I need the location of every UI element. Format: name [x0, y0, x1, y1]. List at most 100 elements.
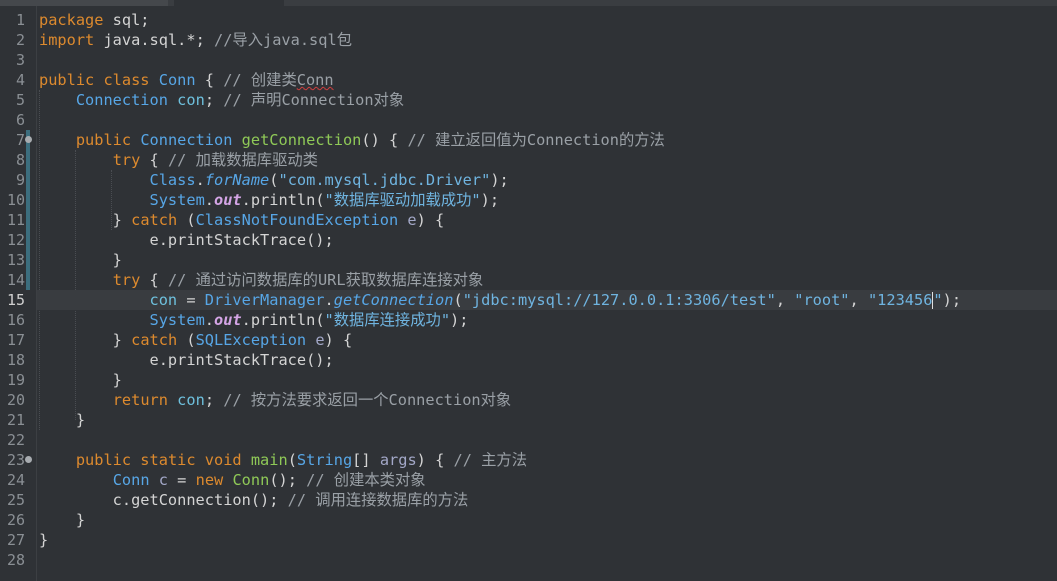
- code-line[interactable]: 3: [16, 50, 1057, 70]
- code-line[interactable]: 18 e.printStackTrace();: [7, 350, 1057, 370]
- code-text: } catch (ClassNotFoundException e) {: [37, 211, 445, 229]
- code-text: c.getConnection(); // 调用连接数据库的方法: [37, 491, 469, 509]
- code-text: }: [37, 511, 85, 529]
- code-token: SQLException: [195, 331, 307, 349]
- code-token: "com.mysql.jdbc.Driver": [278, 171, 491, 189]
- code-token: "jdbc:mysql://127.0.0.1:3306/test": [462, 291, 776, 309]
- line-number: 25: [6, 491, 25, 509]
- code-token: .: [204, 191, 214, 209]
- code-token: );: [942, 291, 962, 309]
- change-marker: [26, 130, 30, 290]
- code-token: public: [75, 131, 132, 149]
- code-token: =: [177, 291, 205, 309]
- code-token: ClassNotFoundException: [195, 211, 399, 229]
- code-line[interactable]: 12 e.printStackTrace();: [7, 230, 1057, 250]
- code-line[interactable]: 21 }: [7, 410, 1057, 430]
- code-line[interactable]: 17 } catch (SQLException e) {: [7, 330, 1057, 350]
- code-token: e: [407, 211, 417, 229]
- code-token: out: [214, 191, 242, 209]
- code-line[interactable]: 28: [7, 550, 1057, 570]
- code-line[interactable]: 16 System.out.println("数据库连接成功");: [7, 310, 1057, 330]
- code-token: java.sql.*;: [94, 31, 214, 49]
- fold-toggle-icon[interactable]: [25, 456, 32, 463]
- code-line[interactable]: 8 try { // 加载数据库驱动类: [16, 150, 1057, 170]
- code-line[interactable]: 24 Conn c = new Conn(); // 创建本类对象: [7, 470, 1057, 490]
- code-token: Conn: [232, 471, 270, 489]
- code-token: forName: [204, 171, 270, 189]
- code-line[interactable]: 11 } catch (ClassNotFoundException e) {: [7, 210, 1057, 230]
- code-line[interactable]: 25 c.getConnection(); // 调用连接数据库的方法: [7, 490, 1057, 510]
- code-token: // 加载数据库驱动类: [167, 151, 318, 169]
- code-token: getConnection: [333, 291, 454, 309]
- code-text: Conn c = new Conn(); // 创建本类对象: [37, 471, 426, 489]
- code-token: import: [39, 31, 95, 49]
- code-token: );: [490, 171, 509, 189]
- code-token: "数据库连接成功": [324, 311, 451, 329]
- code-line[interactable]: 19 }: [7, 370, 1057, 390]
- code-token: }: [39, 511, 86, 529]
- editor-tab-strip: [0, 0, 1057, 6]
- code-token: ;: [204, 391, 224, 409]
- code-text: System.out.println("数据库连接成功");: [37, 311, 469, 329]
- code-token: c.getConnection();: [39, 491, 288, 509]
- code-token: // 声明Connection对象: [223, 91, 405, 109]
- code-line[interactable]: 22: [7, 430, 1057, 450]
- code-token: Conn: [112, 471, 150, 489]
- code-line[interactable]: 5 Connection con; // 声明Connection对象: [16, 90, 1057, 110]
- code-token: // 调用连接数据库的方法: [287, 491, 469, 509]
- line-number: 22: [6, 431, 25, 449]
- code-line[interactable]: 20 return con; // 按方法要求返回一个Connection对象: [7, 390, 1057, 410]
- code-line[interactable]: 13 }: [7, 250, 1057, 270]
- code-line[interactable]: 15 con = DriverManager.getConnection("jd…: [7, 290, 1057, 310]
- code-area[interactable]: 1 package sql; 2 import java.sql.*; //导入jav…: [7, 10, 1057, 570]
- code-token: new: [195, 471, 224, 489]
- code-line[interactable]: 26 }: [7, 510, 1057, 530]
- line-number: 21: [6, 411, 25, 429]
- line-number: 8: [15, 151, 25, 169]
- code-line[interactable]: 6: [16, 110, 1057, 130]
- code-line[interactable]: 23 public static void main(String[] args…: [7, 450, 1057, 470]
- code-token: ,: [849, 291, 868, 309]
- code-token: con: [177, 91, 205, 109]
- code-token: .: [324, 291, 334, 309]
- code-editor[interactable]: 1 package sql; 2 import java.sql.*; //导入jav…: [0, 0, 1057, 581]
- code-line[interactable]: 10 System.out.println("数据库驱动加载成功");: [7, 190, 1057, 210]
- code-text: }: [37, 371, 122, 389]
- code-token: ) {: [416, 211, 445, 229]
- code-text: } catch (SQLException e) {: [37, 331, 353, 349]
- line-number: 9: [15, 171, 25, 189]
- code-line[interactable]: 4 public class Conn { // 创建类Conn: [16, 70, 1057, 90]
- code-token: "123456: [867, 291, 933, 309]
- editor-tab-active[interactable]: [174, 0, 284, 6]
- code-token: }: [39, 251, 122, 269]
- code-text: e.printStackTrace();: [37, 231, 334, 249]
- code-line[interactable]: 2 import java.sql.*; //导入java.sql包: [16, 30, 1057, 50]
- line-number: 1: [15, 11, 25, 29]
- code-line[interactable]: 27}: [7, 530, 1057, 550]
- fold-toggle-icon[interactable]: [25, 136, 32, 143]
- code-line[interactable]: 9 Class.forName("com.mysql.jdbc.Driver")…: [16, 170, 1057, 190]
- line-number: 26: [6, 511, 25, 529]
- code-token: "root": [794, 291, 850, 309]
- code-token: System: [149, 311, 205, 329]
- code-text: public Connection getConnection() { // 建…: [37, 131, 665, 149]
- code-line[interactable]: 14 try { // 通过访问数据库的URL获取数据库连接对象: [7, 270, 1057, 290]
- code-line[interactable]: 7 public Connection getConnection() { //…: [16, 130, 1057, 150]
- code-token: //导入java.sql包: [214, 31, 352, 49]
- line-number: 18: [6, 351, 25, 369]
- code-token: }: [39, 531, 49, 549]
- code-line[interactable]: 1 package sql;: [16, 10, 1057, 30]
- code-token: ,: [775, 291, 795, 309]
- code-token: System: [149, 191, 205, 209]
- code-token: // 主方法: [453, 451, 528, 469]
- code-token: (: [453, 291, 463, 309]
